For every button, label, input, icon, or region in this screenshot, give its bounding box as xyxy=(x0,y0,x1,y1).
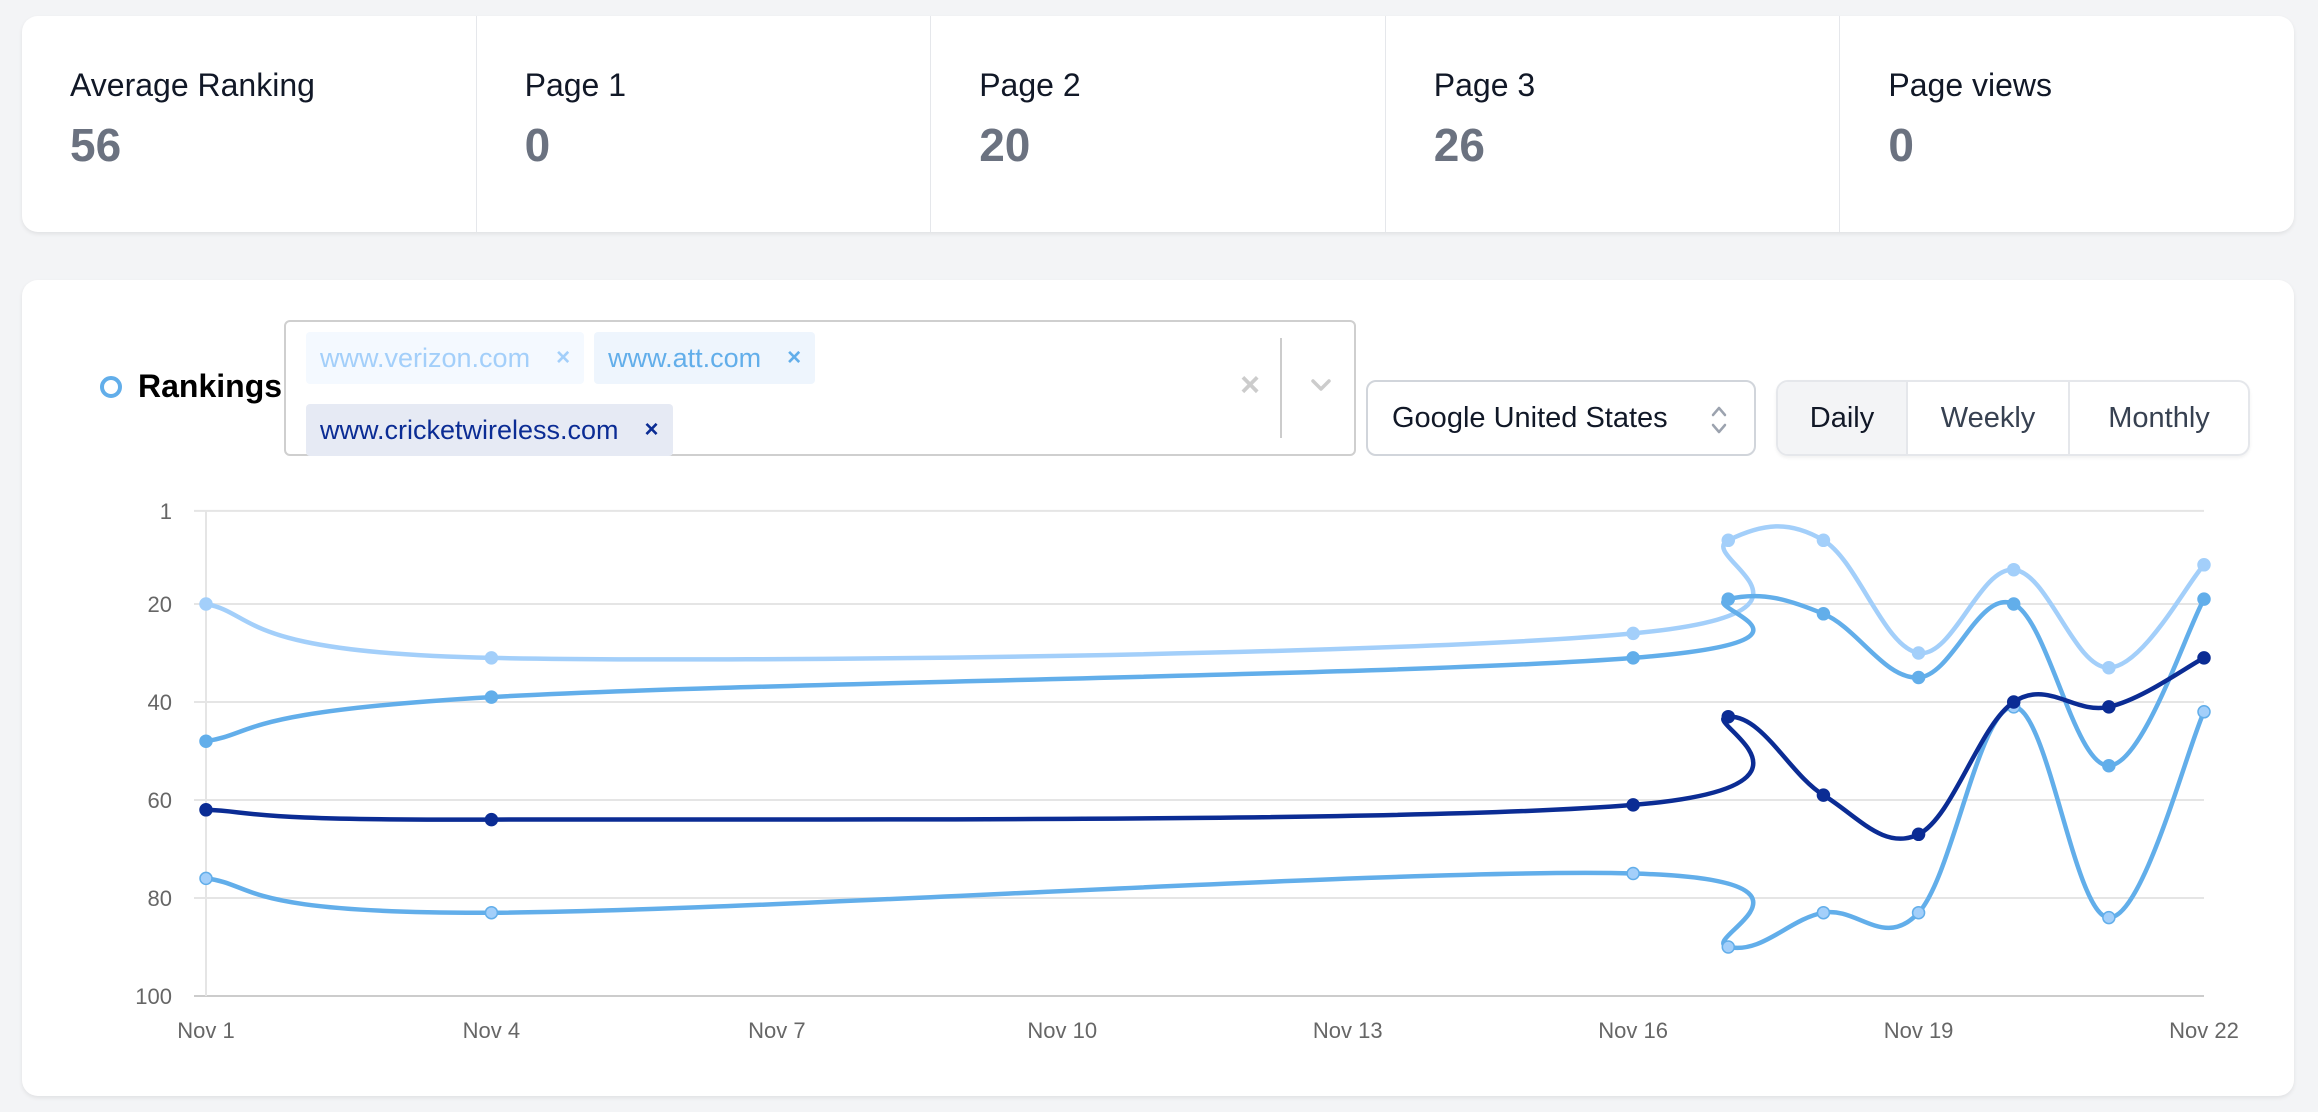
data-point xyxy=(2197,592,2211,606)
data-point xyxy=(1626,626,1640,641)
data-point xyxy=(1816,607,1831,621)
data-point xyxy=(2197,558,2211,572)
x-tick-label: Nov 10 xyxy=(1027,1018,1097,1043)
x-tick-label: Nov 16 xyxy=(1598,1018,1668,1043)
data-point xyxy=(2102,758,2116,773)
remove-chip-icon[interactable]: × xyxy=(645,416,659,444)
stat-value: 20 xyxy=(979,119,1031,172)
x-tick-label: Nov 7 xyxy=(748,1018,805,1043)
data-point xyxy=(1911,670,1926,685)
stat-page-3: Page 3 26 xyxy=(1386,16,1841,232)
data-point xyxy=(2102,700,2116,714)
stat-label: Page 3 xyxy=(1433,67,1536,103)
series-line-series-4 xyxy=(203,704,2207,951)
data-point xyxy=(2006,695,2021,709)
stat-label: Average Ranking xyxy=(70,67,315,103)
x-tick-label: Nov 13 xyxy=(1313,1018,1383,1043)
y-tick-label: 1 xyxy=(160,499,172,524)
data-point xyxy=(2197,651,2211,665)
stat-label: Page 1 xyxy=(524,67,627,103)
clear-all-icon[interactable]: × xyxy=(1240,366,1260,405)
rankings-legend[interactable]: Rankings xyxy=(100,368,282,405)
y-tick-label: 60 xyxy=(148,788,172,813)
selected-domain-chips: www.verizon.com × www.att.com × www.cric… xyxy=(306,332,1236,456)
domain-chip-verizon: www.verizon.com × xyxy=(306,332,585,384)
search-engine-select[interactable]: Google United States xyxy=(1366,380,1756,456)
stat-page-1: Page 1 0 xyxy=(477,16,932,232)
data-point xyxy=(1626,866,1640,881)
data-point xyxy=(2006,562,2021,577)
data-point xyxy=(1911,646,1926,660)
domain-multiselect[interactable]: www.verizon.com × www.att.com × www.cric… xyxy=(284,320,1356,456)
data-point xyxy=(484,651,499,665)
data-point xyxy=(2102,660,2116,675)
data-point xyxy=(1721,533,1736,548)
data-point xyxy=(199,597,213,611)
data-point xyxy=(1721,592,1736,606)
series-line-www-cricketwireless-com xyxy=(203,655,2207,841)
series-line-www-verizon-com xyxy=(203,524,2207,670)
x-tick-label: Nov 19 xyxy=(1884,1018,1954,1043)
y-tick-label: 40 xyxy=(148,690,172,715)
chip-label: www.cricketwireless.com xyxy=(320,414,619,445)
data-point xyxy=(199,803,213,817)
x-tick-label: Nov 4 xyxy=(463,1018,520,1043)
stat-page-views: Page views 0 xyxy=(1840,16,2294,232)
data-point xyxy=(1721,940,1736,954)
y-tick-label: 80 xyxy=(148,886,172,911)
x-tick-label: Nov 22 xyxy=(2169,1018,2239,1043)
data-point xyxy=(199,871,213,886)
x-tick-label: Nov 1 xyxy=(177,1018,234,1043)
stats-card: Average Ranking 56 Page 1 0 Page 2 20 Pa… xyxy=(22,16,2294,232)
chevron-down-icon[interactable] xyxy=(1310,374,1332,396)
period-monthly-button[interactable]: Monthly xyxy=(2070,382,2248,454)
data-point xyxy=(2197,705,2211,719)
stat-value: 56 xyxy=(70,119,122,172)
stat-average-ranking: Average Ranking 56 xyxy=(22,16,477,232)
y-tick-label: 100 xyxy=(135,984,172,1009)
legend-circle-icon xyxy=(100,375,122,398)
legend-label: Rankings xyxy=(138,368,283,404)
data-point xyxy=(1721,709,1736,724)
chip-label: www.att.com xyxy=(608,342,762,373)
data-point xyxy=(1626,651,1640,665)
period-daily-button[interactable]: Daily xyxy=(1778,382,1908,454)
rankings-card: 1 20 40 60 80 100 Nov 1 Nov 4 Nov 7 Nov 10 Nov 13 N… xyxy=(22,280,2294,1096)
stat-page-2: Page 2 20 xyxy=(931,16,1386,232)
data-point xyxy=(2006,597,2021,611)
y-tick-label: 20 xyxy=(148,592,172,617)
search-engine-value: Google United States xyxy=(1392,401,1668,434)
data-point xyxy=(484,690,499,704)
domain-chip-att: www.att.com × xyxy=(594,332,816,384)
data-point xyxy=(484,905,499,920)
domain-chip-cricketwireless: www.cricketwireless.com × xyxy=(306,404,673,456)
stat-label: Page 2 xyxy=(979,67,1081,103)
data-point xyxy=(1911,905,1926,920)
stat-value: 0 xyxy=(1888,119,1914,172)
period-weekly-button[interactable]: Weekly xyxy=(1908,382,2070,454)
stat-label: Page views xyxy=(1888,67,2053,103)
remove-chip-icon[interactable]: × xyxy=(556,344,570,372)
data-point xyxy=(1816,788,1831,802)
series-line-www-att-com xyxy=(203,593,2207,768)
data-point xyxy=(1816,905,1831,920)
data-point xyxy=(1911,827,1926,842)
data-point xyxy=(484,812,499,827)
data-point xyxy=(1626,798,1640,812)
period-toggle-group: Daily Weekly Monthly xyxy=(1776,380,2250,456)
stat-value: 0 xyxy=(524,119,551,172)
chip-label: www.verizon.com xyxy=(320,342,531,373)
up-down-chevron-icon xyxy=(1711,406,1727,434)
stat-value: 26 xyxy=(1433,119,1485,172)
multiselect-divider xyxy=(1280,338,1282,438)
remove-chip-icon[interactable]: × xyxy=(787,344,801,372)
data-point xyxy=(1816,533,1831,548)
data-point xyxy=(2102,910,2116,925)
data-point xyxy=(199,734,213,748)
